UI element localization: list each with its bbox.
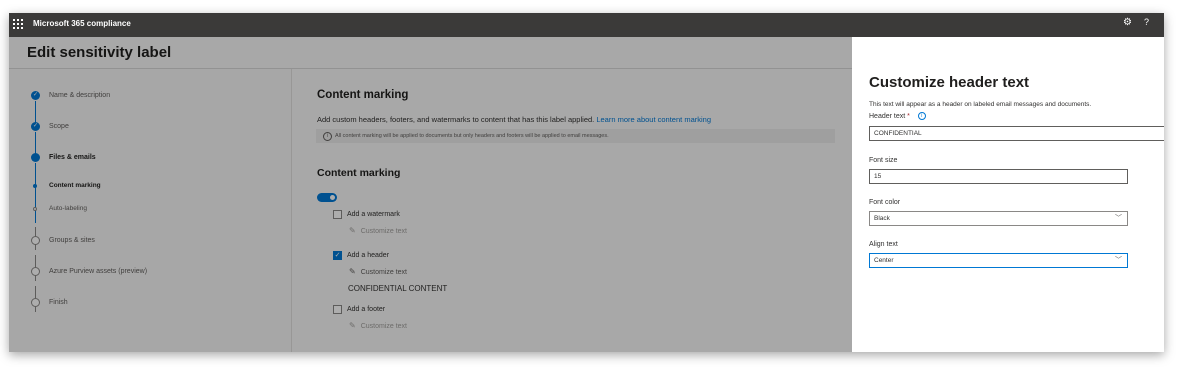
app-launcher-icon[interactable] [13, 19, 23, 29]
header-preview-text: CONFIDENTIAL CONTENT [348, 284, 448, 293]
app-title[interactable]: Microsoft 365 compliance [33, 19, 131, 28]
step-content-marking[interactable]: Content marking [31, 182, 101, 189]
panel-title: Customize header text [869, 74, 1030, 91]
chevron-down-icon: ﹀ [1115, 215, 1122, 222]
wizard-steps: ✓ Name & description ✓ Scope Files & ema… [9, 69, 292, 352]
customize-footer-link: ✎ Customize text [349, 321, 407, 330]
info-icon: i [323, 132, 332, 141]
info-message: All content marking will be applied to d… [335, 133, 609, 139]
step-finish[interactable]: Finish [31, 298, 68, 307]
font-color-select[interactable]: Black ﹀ [869, 211, 1128, 226]
header-text-input[interactable]: CONFIDENTIAL [869, 126, 1164, 141]
watermark-label: Add a watermark [347, 211, 400, 218]
pencil-icon: ✎ [349, 226, 356, 235]
section-heading: Content marking [317, 89, 409, 101]
step-label: Files & emails [49, 154, 96, 161]
step-files-emails[interactable]: Files & emails [31, 153, 96, 162]
align-text-value: Center [874, 257, 894, 264]
step-name-description[interactable]: ✓ Name & description [31, 91, 110, 100]
header-checkbox[interactable]: ✓ [333, 251, 342, 260]
step-label: Finish [49, 299, 68, 306]
step-scope[interactable]: ✓ Scope [31, 122, 69, 131]
info-message-bar: i All content marking will be applied to… [316, 129, 835, 143]
font-size-input[interactable]: 15 [869, 169, 1128, 184]
description-text: Add custom headers, footers, and waterma… [317, 115, 595, 124]
step-auto-labeling[interactable]: Auto-labeling [31, 205, 87, 212]
pencil-icon: ✎ [349, 267, 356, 276]
step-indicator [31, 267, 40, 276]
step-connector [35, 163, 36, 223]
learn-more-link[interactable]: Learn more about content marking [596, 115, 711, 124]
page-content: Edit sensitivity label ✓ Name & descript… [9, 37, 852, 352]
content-marking-toggle[interactable] [317, 193, 337, 202]
app-window: Microsoft 365 compliance ⚙ ? Edit sensit… [9, 13, 1164, 352]
help-icon[interactable]: ? [1144, 17, 1149, 27]
footer-label: Add a footer [347, 306, 386, 313]
font-color-label: Font color [869, 199, 901, 206]
panel-description: This text will appear as a header on lab… [869, 101, 1092, 108]
step-label: Groups & sites [49, 237, 95, 244]
current-step-indicator [31, 153, 40, 162]
footer-checkbox[interactable] [333, 305, 342, 314]
watermark-checkbox[interactable] [333, 210, 342, 219]
step-azure-purview[interactable]: Azure Purview assets (preview) [31, 267, 147, 276]
checkmark-icon: ✓ [31, 122, 40, 131]
top-bar: Microsoft 365 compliance ⚙ ? [9, 13, 1164, 37]
align-text-label: Align text [869, 241, 898, 248]
step-label: Scope [49, 123, 69, 130]
step-groups-sites[interactable]: Groups & sites [31, 236, 95, 245]
required-mark: * [907, 112, 910, 120]
customize-watermark-link: ✎ Customize text [349, 226, 407, 235]
step-label: Name & description [49, 92, 111, 99]
chevron-down-icon: ﹀ [1115, 257, 1122, 264]
section-description: Add custom headers, footers, and waterma… [317, 115, 711, 124]
header-label: Add a header [347, 252, 390, 259]
font-size-label: Font size [869, 157, 898, 164]
pencil-icon: ✎ [349, 321, 356, 330]
current-substep-indicator [33, 183, 37, 188]
step-indicator [31, 236, 40, 245]
toggle-thumb [330, 195, 335, 200]
font-color-value: Black [874, 215, 890, 222]
customize-header-link[interactable]: ✎ Customize text [349, 267, 407, 276]
page-title: Edit sensitivity label [27, 44, 172, 61]
customize-header-panel: Customize header text This text will app… [852, 37, 1164, 352]
subsection-heading: Content marking [317, 167, 401, 179]
gear-icon[interactable]: ⚙ [1123, 17, 1132, 28]
step-indicator [31, 298, 40, 307]
header-text-label: Header text * i [869, 112, 926, 120]
step-label: Auto-labeling [49, 205, 87, 212]
checkmark-icon: ✓ [31, 91, 40, 100]
step-label: Azure Purview assets (preview) [49, 268, 148, 275]
info-icon[interactable]: i [917, 112, 926, 120]
align-text-select[interactable]: Center ﹀ [869, 253, 1128, 268]
step-label: Content marking [49, 182, 101, 189]
substep-indicator [33, 206, 37, 211]
